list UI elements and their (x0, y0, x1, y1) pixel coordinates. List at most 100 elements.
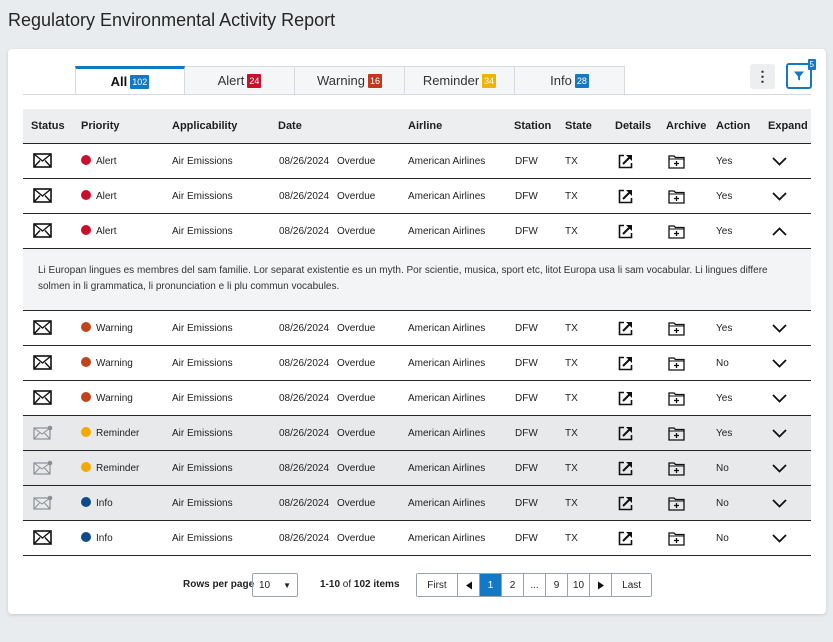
chevron-up-icon[interactable] (772, 227, 787, 236)
chevron-down-icon[interactable] (772, 499, 787, 508)
chevron-down-icon[interactable] (772, 359, 787, 368)
tab-reminder[interactable]: Reminder 34 (405, 66, 515, 95)
first-page-button[interactable]: First (417, 574, 457, 596)
page-1-button[interactable]: 1 (479, 574, 501, 596)
last-page-button[interactable]: Last (611, 574, 652, 596)
chevron-down-icon[interactable] (772, 464, 787, 473)
table-row[interactable]: Warning Air Emissions 08/26/2024 Overdue Ame… (23, 311, 811, 346)
page-title: Regulatory Environmental Activity Report (8, 10, 336, 30)
date-cell: 08/26/2024 (279, 498, 330, 509)
archive-folder-icon[interactable] (668, 154, 685, 169)
next-page-button[interactable] (589, 574, 612, 596)
envelope-icon[interactable] (33, 390, 52, 405)
page-9-button[interactable]: 9 (545, 574, 567, 596)
tab-alert[interactable]: Alert 24 (185, 66, 295, 95)
action-cell: Yes (716, 428, 733, 439)
action-cell: No (716, 358, 729, 369)
read-envelope-icon[interactable] (33, 495, 53, 510)
filter-button[interactable]: 5 (786, 59, 816, 89)
column-header-airline: Airline (408, 120, 443, 132)
due-status-cell: Overdue (337, 428, 376, 439)
envelope-icon[interactable] (33, 223, 52, 238)
chevron-down-icon[interactable] (772, 394, 787, 403)
date-cell: 08/26/2024 (279, 156, 330, 167)
tab-all[interactable]: All 102 (75, 66, 185, 95)
open-details-icon[interactable] (618, 461, 633, 476)
date-cell: 08/26/2024 (279, 533, 330, 544)
envelope-icon[interactable] (33, 153, 52, 168)
chevron-down-icon[interactable] (772, 157, 787, 166)
priority-dot-icon (81, 462, 91, 472)
archive-folder-icon[interactable] (668, 224, 685, 239)
tab-count-badge: 28 (574, 73, 589, 88)
applicability-cell: Air Emissions (172, 393, 233, 404)
table-row[interactable]: Info Air Emissions 08/26/2024 Overdue Americ… (23, 521, 811, 556)
rows-per-page-select[interactable]: 10 ▼ (252, 573, 298, 597)
archive-folder-icon[interactable] (668, 426, 685, 441)
tab-info[interactable]: Info 28 (515, 66, 625, 95)
archive-folder-icon[interactable] (668, 356, 685, 371)
tab-label: Alert (217, 73, 245, 88)
column-header-archive: Archive (666, 120, 707, 132)
tab-warning[interactable]: Warning 16 (295, 66, 405, 95)
priority-cell: Reminder (81, 427, 139, 439)
table-row[interactable]: Alert Air Emissions 08/26/2024 Overdue Ameri… (23, 179, 811, 214)
open-details-icon[interactable] (618, 224, 633, 239)
table-row[interactable]: Warning Air Emissions 08/26/2024 Overdue Ame… (23, 381, 811, 416)
state-cell: TX (565, 393, 578, 404)
open-details-icon[interactable] (618, 391, 633, 406)
archive-folder-icon[interactable] (668, 461, 685, 476)
read-envelope-icon[interactable] (33, 425, 53, 440)
open-details-icon[interactable] (618, 496, 633, 511)
open-details-icon[interactable] (618, 189, 633, 204)
page-10-button[interactable]: 10 (567, 574, 590, 596)
priority-cell: Warning (81, 392, 133, 404)
state-cell: TX (565, 533, 578, 544)
open-details-icon[interactable] (618, 426, 633, 441)
station-cell: DFW (515, 323, 538, 334)
read-envelope-icon[interactable] (33, 460, 53, 475)
envelope-icon[interactable] (33, 188, 52, 203)
table-row[interactable]: Reminder Air Emissions 08/26/2024 Overdue Am… (23, 416, 811, 451)
envelope-icon[interactable] (33, 320, 52, 335)
envelope-icon[interactable] (33, 530, 52, 545)
station-cell: DFW (515, 191, 538, 202)
priority-label: Warning (96, 323, 133, 334)
priority-cell: Warning (81, 357, 133, 369)
chevron-down-icon[interactable] (772, 324, 787, 333)
state-cell: TX (565, 358, 578, 369)
open-details-icon[interactable] (618, 531, 633, 546)
tab-label: Reminder (422, 73, 480, 88)
chevron-down-icon[interactable] (772, 192, 787, 201)
table-row[interactable]: Warning Air Emissions 08/26/2024 Overdue Ame… (23, 346, 811, 381)
airline-cell: American Airlines (408, 156, 486, 167)
station-cell: DFW (515, 463, 538, 474)
open-details-icon[interactable] (618, 321, 633, 336)
chevron-down-icon[interactable] (772, 429, 787, 438)
priority-cell: Reminder (81, 462, 139, 474)
state-cell: TX (565, 156, 578, 167)
applicability-cell: Air Emissions (172, 226, 233, 237)
open-details-icon[interactable] (618, 154, 633, 169)
page-ellipsis-button[interactable]: ... (523, 574, 545, 596)
envelope-icon[interactable] (33, 355, 52, 370)
column-header-applicability: Applicability (172, 120, 238, 132)
archive-folder-icon[interactable] (668, 531, 685, 546)
more-options-button[interactable]: ⋮ (750, 64, 775, 89)
table-row[interactable]: Alert Air Emissions 08/26/2024 Overdue Ameri… (23, 214, 811, 249)
state-cell: TX (565, 428, 578, 439)
table-row[interactable]: Alert Air Emissions 08/26/2024 Overdue Ameri… (23, 144, 811, 179)
archive-folder-icon[interactable] (668, 189, 685, 204)
previous-page-button[interactable] (457, 574, 479, 596)
priority-dot-icon (81, 322, 91, 332)
priority-dot-icon (81, 497, 91, 507)
archive-folder-icon[interactable] (668, 496, 685, 511)
table-row[interactable]: Info Air Emissions 08/26/2024 Overdue Americ… (23, 486, 811, 521)
page-2-button[interactable]: 2 (501, 574, 523, 596)
table-row[interactable]: Reminder Air Emissions 08/26/2024 Overdue Am… (23, 451, 811, 486)
archive-folder-icon[interactable] (668, 321, 685, 336)
archive-folder-icon[interactable] (668, 391, 685, 406)
chevron-down-icon[interactable] (772, 534, 787, 543)
action-cell: No (716, 533, 729, 544)
open-details-icon[interactable] (618, 356, 633, 371)
